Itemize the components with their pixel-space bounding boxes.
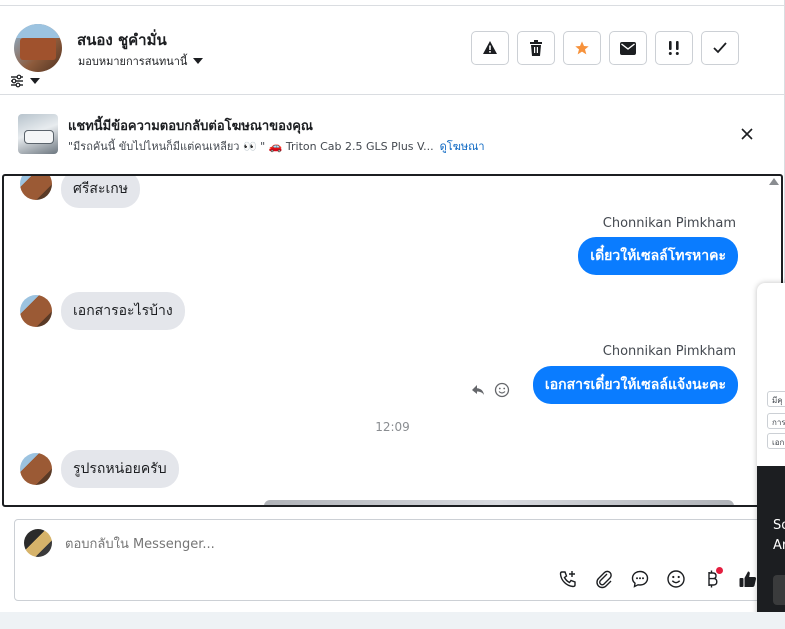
phone-plus-icon (559, 571, 576, 588)
warning-icon (483, 41, 497, 54)
header-divider (0, 94, 785, 95)
mark-done-button[interactable] (701, 31, 739, 65)
payment-button[interactable] (700, 567, 724, 591)
top-divider (0, 5, 785, 6)
side-notification-panel[interactable]: มีคุ การ เอก So Ar (757, 283, 785, 623)
contact-name[interactable]: สนอง ชูคำมั่น (77, 28, 167, 52)
ad-banner-title: แชทนี้มีข้อความตอบกลับต่อโฆษณาของคุณ (68, 119, 313, 134)
follow-up-button[interactable] (655, 31, 693, 65)
outgoing-message[interactable]: เดี๋ยวให้เซลล์โทรหาคะ (578, 237, 738, 275)
call-button[interactable] (556, 567, 580, 591)
smiley-icon (667, 570, 685, 588)
page-avatar (24, 529, 52, 557)
close-ad-banner-button[interactable] (738, 125, 756, 143)
message-timestamp: 12:09 (375, 420, 410, 434)
report-button[interactable] (471, 31, 509, 65)
scroll-up-arrow-icon[interactable] (769, 178, 779, 185)
view-ad-link[interactable]: ดูโฆษณา (440, 140, 485, 153)
overlay-text-line: Ar (773, 538, 785, 553)
mark-unread-button[interactable] (609, 31, 647, 65)
contact-avatar-small (20, 176, 52, 200)
sliders-icon (11, 74, 23, 88)
overlay-text-line: So (773, 518, 785, 533)
message-composer (14, 519, 785, 601)
overlay-action-button[interactable] (773, 575, 785, 605)
ad-thumbnail[interactable] (18, 114, 58, 154)
chat-bubble-icon (631, 570, 649, 588)
star-button[interactable] (563, 31, 601, 65)
reply-icon[interactable] (470, 382, 486, 398)
exclamation-icon (668, 41, 679, 55)
outgoing-message[interactable]: เอกสารเดี๋ยวให้เซลล์แจ้งนะคะ (532, 366, 738, 404)
conversation-panel: สนอง ชูคำมั่น มอบหมายการสนทนานี้ แชทนี้ม… (0, 0, 785, 612)
message-hover-actions (470, 382, 510, 398)
contact-avatar-small (20, 295, 52, 327)
chip-text: เอก (772, 438, 785, 447)
page-bottom-strip (0, 612, 785, 629)
assign-label: มอบหมายการสนทนานี้ (78, 55, 188, 68)
saved-replies-button[interactable] (628, 567, 652, 591)
trash-icon (530, 40, 542, 56)
suggestion-chip[interactable]: การ (767, 413, 785, 429)
suggestion-chip[interactable]: เอก (767, 433, 785, 449)
notification-dot (716, 567, 723, 574)
emoji-reaction-icon[interactable] (494, 382, 510, 398)
attach-file-button[interactable] (592, 567, 616, 591)
conversation-actions (471, 31, 739, 65)
sender-name: Chonnikan Pimkham (602, 216, 736, 231)
filter-menu[interactable] (10, 73, 42, 89)
contact-avatar-small (20, 453, 52, 485)
check-icon (713, 42, 727, 54)
assign-conversation-dropdown[interactable]: มอบหมายการสนทนานี้ (78, 52, 204, 70)
incoming-message[interactable]: เอกสารอะไรบ้าง (61, 292, 185, 330)
chevron-down-icon (30, 78, 40, 84)
star-icon (575, 41, 589, 55)
sender-name: Chonnikan Pimkham (602, 344, 736, 359)
contact-avatar[interactable] (14, 24, 62, 72)
chevron-down-icon (193, 58, 204, 64)
image-attachment-preview[interactable] (264, 500, 734, 505)
incoming-message[interactable]: รูปรถหน่อยครับ (61, 450, 179, 488)
emoji-button[interactable] (664, 567, 688, 591)
delete-button[interactable] (517, 31, 555, 65)
close-icon (741, 128, 753, 140)
thumbs-up-icon (739, 571, 757, 587)
chip-text: การ (772, 418, 785, 427)
incoming-message[interactable]: ศรีสะเกษ (61, 176, 140, 208)
composer-toolbar (556, 567, 760, 591)
paperclip-icon (596, 570, 612, 589)
suggestion-chip[interactable]: มีคุ (767, 391, 785, 407)
ad-caption: "มีรถคันนี้ ขับไปไหนก็มีแต่คนเหลียว 👀 " … (68, 140, 434, 153)
message-thread[interactable]: ศรีสะเกษ Chonnikan Pimkham เดี๋ยวให้เซลล… (2, 174, 783, 507)
reply-input[interactable] (63, 536, 667, 553)
ad-banner-subtitle: "มีรถคันนี้ ขับไปไหนก็มีแต่คนเหลียว 👀 " … (68, 137, 485, 155)
chip-text: มีคุ (772, 396, 783, 405)
envelope-icon (620, 41, 636, 55)
